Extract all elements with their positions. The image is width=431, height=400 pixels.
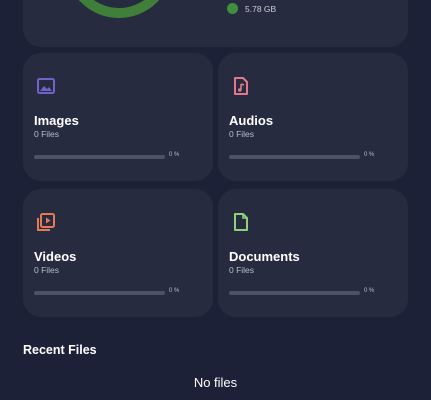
category-file-count: 0 Files (34, 265, 60, 275)
category-file-count: 0 Files (34, 129, 60, 139)
storage-summary-card: 5.78 GB (23, 0, 408, 47)
category-title: Images (34, 113, 79, 128)
category-title: Audios (229, 113, 274, 128)
category-file-count: 0 Files (229, 265, 255, 275)
category-card-documents[interactable]: Documents 0 Files 0 % (218, 189, 408, 317)
category-percent: 0 % (364, 288, 375, 294)
legend-dot (227, 3, 238, 14)
category-percent: 0 % (169, 152, 180, 158)
storage-donut-chart (78, 0, 160, 18)
legend-label: 5.78 GB (245, 3, 277, 14)
recent-files-empty-state: No files (193, 375, 238, 390)
audio-file-icon (234, 77, 248, 95)
category-title: Videos (34, 249, 77, 264)
category-title: Documents (229, 249, 300, 264)
storage-legend-item: 5.78 GB (227, 3, 276, 14)
category-card-audios[interactable]: Audios 0 Files 0 % (218, 53, 408, 181)
category-card-videos[interactable]: Videos 0 Files 0 % (23, 189, 213, 317)
category-progress-bar (34, 291, 165, 295)
image-icon (37, 78, 55, 94)
category-card-images[interactable]: Images 0 Files 0 % (23, 53, 213, 181)
category-progress-bar (229, 291, 360, 295)
recent-files-heading: Recent Files (23, 343, 97, 357)
category-progress-bar (229, 155, 360, 159)
category-file-count: 0 Files (229, 129, 255, 139)
document-icon (234, 213, 248, 231)
category-percent: 0 % (364, 152, 375, 158)
category-percent: 0 % (169, 288, 180, 294)
video-library-icon (37, 213, 55, 231)
category-progress-bar (34, 155, 165, 159)
